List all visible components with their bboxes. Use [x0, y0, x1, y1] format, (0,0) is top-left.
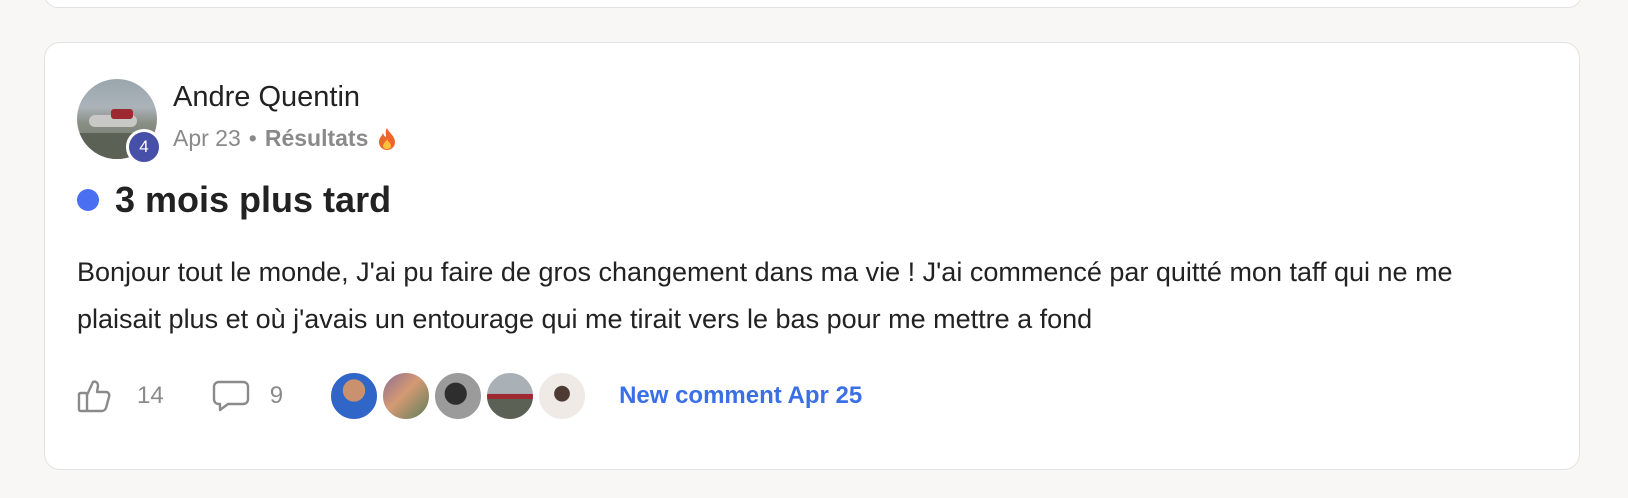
commenter-avatar[interactable] — [433, 371, 484, 421]
commenter-avatar[interactable] — [381, 371, 432, 421]
meta-separator: • — [248, 125, 257, 151]
new-comment-link[interactable]: New comment Apr 25 — [619, 382, 862, 410]
avatar-plane-tail — [111, 109, 133, 119]
post-meta: Apr 23 • Résultats — [173, 125, 398, 152]
post-category[interactable]: Résultats — [265, 125, 369, 152]
comment-icon[interactable] — [212, 379, 250, 413]
level-badge: 4 — [126, 129, 162, 165]
unread-indicator — [77, 189, 99, 211]
post-card[interactable]: 4 Andre Quentin Apr 23 • Résultats 3 moi… — [44, 42, 1580, 470]
post-body[interactable]: Bonjour tout le monde, J'ai pu faire de … — [77, 249, 1517, 343]
like-count: 14 — [137, 382, 164, 409]
previous-post-card — [44, 0, 1582, 8]
commenter-avatar[interactable] — [537, 371, 588, 421]
fire-icon — [376, 127, 398, 151]
comment-count: 9 — [269, 382, 284, 409]
post-date: Apr 23 — [173, 125, 241, 151]
post-title-row[interactable]: 3 mois plus tard — [77, 179, 391, 221]
commenter-avatar[interactable] — [329, 371, 380, 421]
like-icon[interactable] — [77, 378, 111, 414]
post-title[interactable]: 3 mois plus tard — [115, 179, 391, 221]
author-avatar-container[interactable]: 4 — [77, 79, 162, 165]
post-actions: 14 9 New comment Apr 25 — [77, 369, 862, 423]
commenter-avatar[interactable] — [485, 371, 536, 421]
author-name[interactable]: Andre Quentin — [173, 81, 360, 114]
commenter-avatars[interactable] — [329, 371, 589, 421]
